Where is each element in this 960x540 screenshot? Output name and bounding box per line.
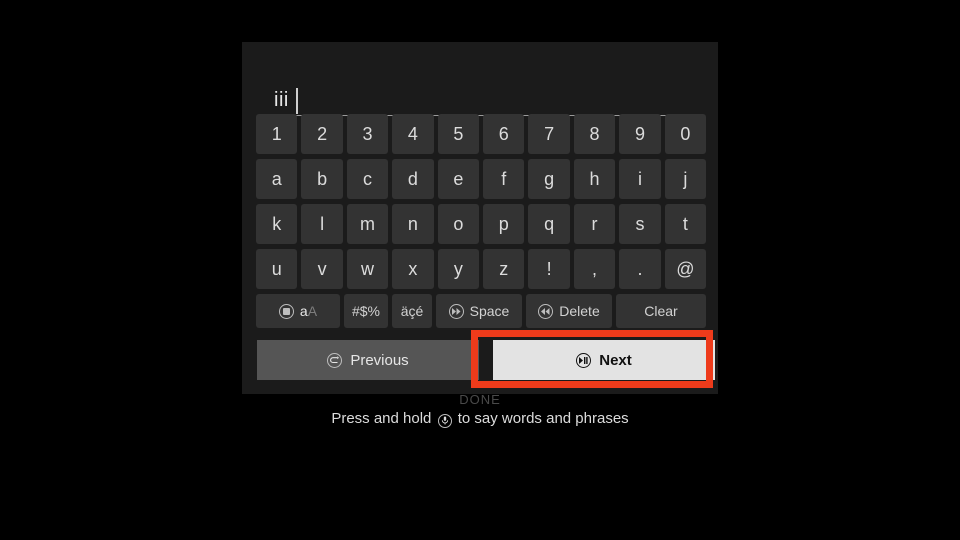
key-period[interactable]: . [619, 249, 661, 289]
text-input-value: iii [274, 89, 289, 111]
key-1[interactable]: 1 [256, 114, 298, 154]
key-j[interactable]: j [664, 159, 707, 199]
key-row-numbers: 1 2 3 4 5 6 7 8 9 0 [256, 114, 707, 154]
key-h[interactable]: h [573, 159, 616, 199]
key-8[interactable]: 8 [573, 114, 616, 154]
case-upper-label: A [307, 303, 318, 319]
key-q[interactable]: q [528, 204, 570, 244]
key-comma[interactable]: , [573, 249, 616, 289]
key-g[interactable]: g [528, 159, 570, 199]
voice-hint-line: Press and hold to say words and phrases [0, 410, 960, 428]
clear-key[interactable]: Clear [616, 294, 706, 328]
voice-hint-suffix: to say words and phrases [457, 410, 629, 427]
navigation-row: Previous Next [257, 340, 715, 380]
case-toggle-key[interactable]: aA [256, 294, 340, 328]
next-button[interactable]: Next [493, 340, 715, 380]
key-z[interactable]: z [483, 249, 525, 289]
key-i[interactable]: i [619, 159, 661, 199]
key-x[interactable]: x [392, 249, 434, 289]
key-v[interactable]: v [301, 249, 343, 289]
circle-back-icon [327, 352, 343, 368]
key-f[interactable]: f [483, 159, 525, 199]
previous-button[interactable]: Previous [257, 340, 479, 380]
circle-rw-icon [538, 303, 554, 319]
delete-key-label: Delete [559, 303, 600, 319]
key-t[interactable]: t [664, 204, 707, 244]
key-5[interactable]: 5 [437, 114, 480, 154]
key-b[interactable]: b [301, 159, 343, 199]
key-row-letters-2: k l m n o p q r s t [256, 204, 707, 244]
key-o[interactable]: o [437, 204, 480, 244]
key-w[interactable]: w [346, 249, 389, 289]
space-key-label: Space [469, 303, 510, 319]
delete-key[interactable]: Delete [526, 294, 612, 328]
key-at[interactable]: @ [664, 249, 707, 289]
accents-key[interactable]: äçé [392, 294, 432, 328]
key-k[interactable]: k [256, 204, 298, 244]
space-key[interactable]: Space [436, 294, 522, 328]
text-input-caret [296, 88, 298, 114]
key-9[interactable]: 9 [619, 114, 661, 154]
circle-playpause-icon [576, 352, 592, 368]
key-p[interactable]: p [483, 204, 525, 244]
voice-hint-prefix: Press and hold [331, 410, 432, 427]
microphone-icon [437, 413, 452, 428]
key-6[interactable]: 6 [483, 114, 525, 154]
key-row-functions: aA #$% äçé Space Delete Clear [256, 294, 706, 328]
key-7[interactable]: 7 [528, 114, 570, 154]
key-a[interactable]: a [256, 159, 298, 199]
circle-ff-icon [448, 303, 464, 319]
previous-button-label: Previous [350, 351, 409, 369]
key-y[interactable]: y [437, 249, 480, 289]
done-label: DONE [459, 392, 501, 407]
key-row-letters-1: a b c d e f g h i j [256, 159, 707, 199]
key-e[interactable]: e [437, 159, 480, 199]
key-row-letters-3: u v w x y z ! , . @ [256, 249, 707, 289]
key-r[interactable]: r [573, 204, 616, 244]
case-lower-label: a [299, 303, 308, 319]
case-toggle-label: aA [300, 303, 317, 319]
key-d[interactable]: d [392, 159, 434, 199]
text-input-field[interactable]: iii [258, 68, 702, 116]
symbols-key[interactable]: #$% [344, 294, 388, 328]
key-u[interactable]: u [256, 249, 298, 289]
key-0[interactable]: 0 [664, 114, 707, 154]
key-n[interactable]: n [392, 204, 434, 244]
next-button-label: Next [599, 351, 632, 369]
key-l[interactable]: l [301, 204, 343, 244]
key-c[interactable]: c [346, 159, 389, 199]
on-screen-keyboard-panel: iii 1 2 3 4 5 6 7 8 9 0 a b c d e f g h … [242, 42, 718, 394]
key-s[interactable]: s [619, 204, 661, 244]
key-m[interactable]: m [346, 204, 389, 244]
key-3[interactable]: 3 [346, 114, 389, 154]
key-2[interactable]: 2 [301, 114, 343, 154]
key-4[interactable]: 4 [392, 114, 434, 154]
circle-square-icon [278, 303, 294, 319]
key-exclamation[interactable]: ! [528, 249, 570, 289]
